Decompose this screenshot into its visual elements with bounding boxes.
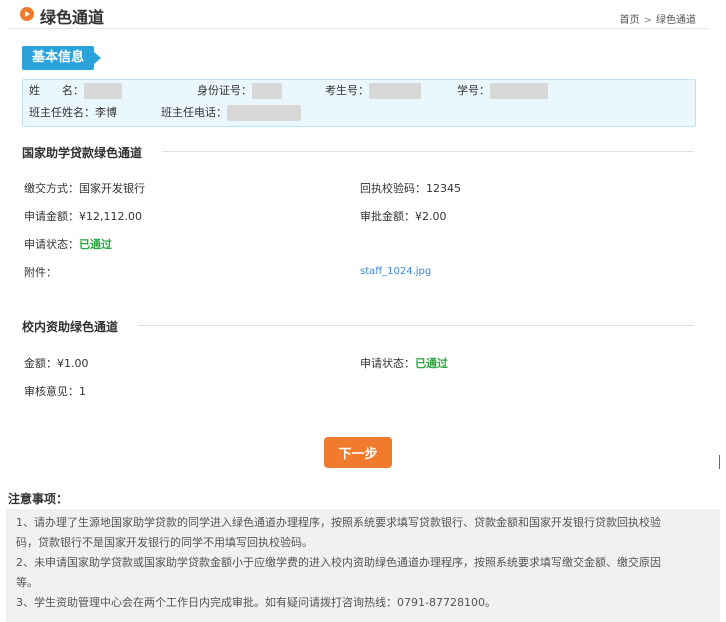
opinion-field: 审核意见：1 (24, 383, 86, 399)
approve-amount-field: 审批金额：¥2.00 (360, 208, 447, 224)
notice-line-1: 1、请办理了生源地国家助学贷款的同学进入绿色通道办理程序，按照系统要求填写贷款银… (16, 516, 661, 529)
teacher-value: 李博 (95, 106, 117, 119)
id-redacted (252, 83, 282, 99)
student-number-label: 学号： (457, 84, 490, 97)
school-section-divider (138, 325, 694, 326)
school-status-label: 申请状态： (360, 357, 415, 370)
name-label: 姓 名： (29, 84, 84, 97)
apply-amount-label: 申请金额： (24, 210, 79, 223)
notice-line-5: 3、学生资助管理中心会在两个工作日内完成审批。如有疑问请拨打咨询热线：0791-… (16, 596, 496, 609)
school-status-field: 申请状态：已通过 (360, 355, 448, 371)
name-redacted (84, 83, 122, 99)
breadcrumb: 首页 > 绿色通道 (620, 11, 696, 26)
name-field: 姓 名： (29, 83, 122, 99)
exam-number-field: 考生号： (325, 83, 421, 99)
arrow-circle-icon (20, 7, 34, 21)
notice-line-3: 2、未申请国家助学贷款或国家助学贷款金额小于应缴学费的进入校内资助绿色通道办理程… (16, 556, 661, 569)
pay-method-label: 缴交方式： (24, 182, 79, 195)
breadcrumb-current: 绿色通道 (656, 15, 696, 26)
pay-method-value: 国家开发银行 (79, 182, 145, 195)
breadcrumb-separator: > (643, 15, 652, 26)
notice-title: 注意事项： (8, 492, 69, 506)
apply-amount-field: 申请金额：¥12,112.00 (24, 208, 142, 224)
attachment-field: 附件： (24, 264, 57, 280)
apply-amount-value: ¥12,112.00 (79, 210, 142, 223)
pay-method-field: 缴交方式：国家开发银行 (24, 180, 145, 196)
opinion-value: 1 (79, 385, 86, 398)
opinion-label: 审核意见： (24, 385, 79, 398)
breadcrumb-home-link[interactable]: 首页 (620, 15, 640, 26)
school-status-badge: 已通过 (415, 357, 448, 370)
id-label: 身份证号： (197, 84, 252, 97)
page-title: 绿色通道 (40, 8, 105, 27)
attachment-link-wrap: staff_1024.jpg (360, 264, 431, 277)
exam-number-redacted (369, 83, 421, 99)
loan-status-badge: 已通过 (79, 238, 112, 251)
school-amount-field: 金额：¥1.00 (24, 355, 89, 371)
approve-amount-value: ¥2.00 (415, 210, 447, 223)
basic-info-tag: 基本信息 (22, 46, 102, 70)
school-amount-label: 金额： (24, 357, 57, 370)
teacher-phone-redacted (227, 105, 301, 121)
school-section-title: 校内资助绿色通道 (22, 320, 119, 334)
student-number-redacted (490, 83, 548, 99)
attachment-link[interactable]: staff_1024.jpg (360, 266, 431, 277)
loan-status-field: 申请状态：已通过 (24, 236, 112, 252)
receipt-code-field: 回执校验码：12345 (360, 180, 461, 196)
basic-info-panel: 姓 名： 身份证号： 考生号： 学号： 班主任姓名：李博 班主任电话： (22, 79, 696, 127)
school-amount-value: ¥1.00 (57, 357, 89, 370)
receipt-code-label: 回执校验码： (360, 182, 426, 195)
teacher-phone-label: 班主任电话： (161, 106, 227, 119)
receipt-code-value: 12345 (426, 182, 461, 195)
loan-section-divider (162, 151, 694, 152)
notice-line-4: 等。 (16, 576, 38, 589)
notice-panel: 1、请办理了生源地国家助学贷款的同学进入绿色通道办理程序，按照系统要求填写贷款银… (6, 509, 720, 622)
student-number-field: 学号： (457, 83, 548, 99)
approve-amount-label: 审批金额： (360, 210, 415, 223)
teacher-field: 班主任姓名：李博 (29, 105, 117, 121)
scroll-edge-mark (719, 455, 720, 469)
next-step-button[interactable]: 下一步 (324, 437, 392, 468)
notice-line-2: 码，贷款银行不是国家开发银行的同学不用填写回执校验码。 (16, 536, 313, 549)
id-field: 身份证号： (197, 83, 282, 99)
page-header: 绿色通道 首页 > 绿色通道 (8, 0, 708, 29)
loan-section-title: 国家助学贷款绿色通道 (22, 146, 143, 160)
exam-number-label: 考生号： (325, 84, 369, 97)
loan-status-label: 申请状态： (24, 238, 79, 251)
teacher-phone-field: 班主任电话： (161, 105, 301, 121)
attachment-label: 附件： (24, 266, 57, 279)
teacher-label: 班主任姓名： (29, 106, 95, 119)
